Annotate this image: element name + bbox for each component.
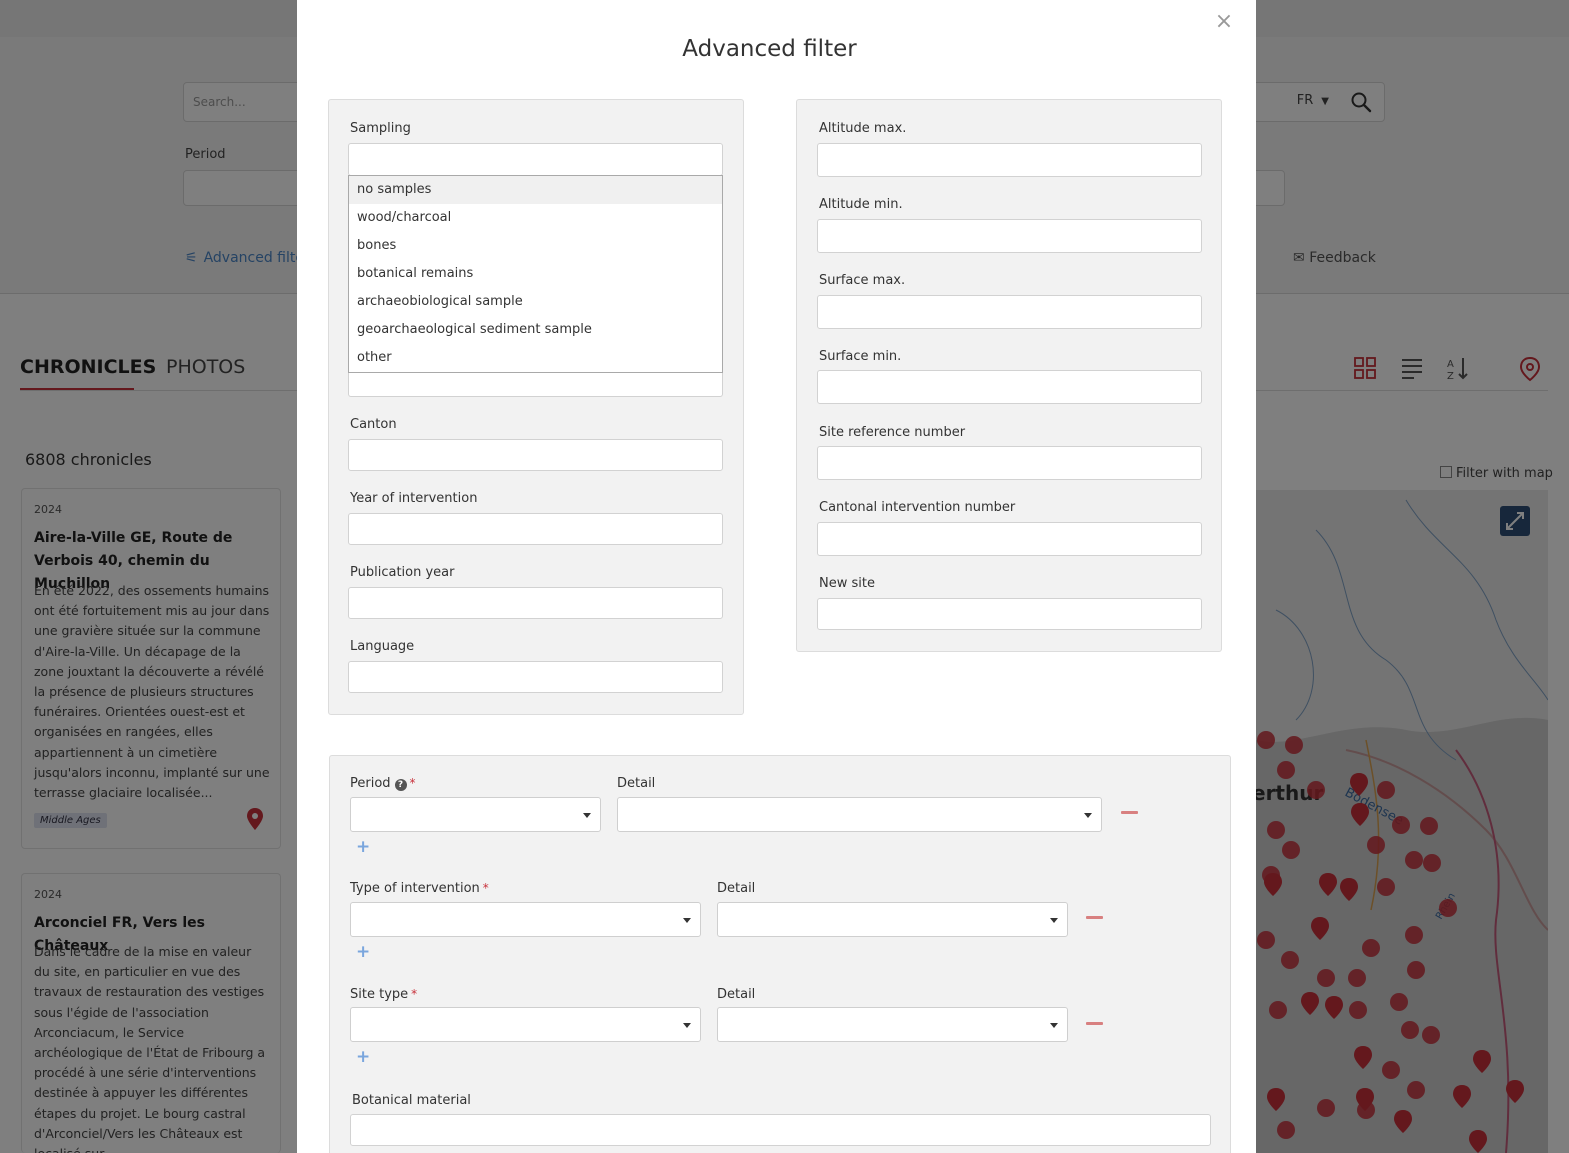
new-site-label: New site bbox=[819, 576, 875, 591]
sampling-option[interactable]: wood/charcoal bbox=[349, 204, 722, 232]
altitude-min-label: Altitude min. bbox=[819, 197, 903, 212]
sampling-option[interactable]: other bbox=[349, 344, 722, 372]
required-marker: * bbox=[409, 776, 416, 790]
period-detail-select[interactable] bbox=[617, 797, 1102, 832]
canton-label: Canton bbox=[350, 417, 397, 432]
new-site-input[interactable] bbox=[817, 598, 1202, 630]
type-detail-select[interactable] bbox=[717, 902, 1068, 937]
sampling-input[interactable] bbox=[348, 143, 723, 176]
add-type-button[interactable]: + bbox=[356, 944, 370, 961]
surface-max-input[interactable] bbox=[817, 295, 1202, 329]
caret-down-icon bbox=[683, 918, 691, 923]
site-type-label: Site type * bbox=[350, 987, 417, 1002]
close-button[interactable]: × bbox=[1212, 10, 1236, 34]
canton-input[interactable] bbox=[348, 439, 723, 471]
caret-down-icon bbox=[683, 1023, 691, 1028]
botanical-material-label: Botanical material bbox=[352, 1093, 471, 1108]
left-filter-panel: Sampling no samples wood/charcoal bones … bbox=[328, 99, 744, 715]
period-detail-label: Detail bbox=[617, 776, 656, 791]
required-marker: * bbox=[411, 987, 418, 1001]
remove-site-type-button[interactable] bbox=[1086, 1022, 1103, 1025]
altitude-min-input[interactable] bbox=[817, 219, 1202, 253]
required-marker: * bbox=[482, 881, 489, 895]
modal-title: Advanced filter bbox=[682, 36, 857, 62]
publication-year-input[interactable] bbox=[348, 587, 723, 619]
cantonal-intervention-input[interactable] bbox=[817, 522, 1202, 556]
surface-min-input[interactable] bbox=[817, 370, 1202, 404]
advanced-filter-modal: × Advanced filter Sampling no samples wo… bbox=[297, 0, 1256, 1153]
caret-down-icon bbox=[1084, 813, 1092, 818]
period-select[interactable] bbox=[350, 797, 601, 832]
sampling-option[interactable]: no samples bbox=[349, 176, 722, 204]
remove-period-button[interactable] bbox=[1121, 811, 1138, 814]
site-type-select[interactable] bbox=[350, 1007, 701, 1042]
type-detail-label: Detail bbox=[717, 881, 756, 896]
caret-down-icon bbox=[583, 813, 591, 818]
type-of-intervention-label: Type of intervention * bbox=[350, 881, 489, 896]
surface-min-label: Surface min. bbox=[819, 349, 902, 364]
add-period-button[interactable]: + bbox=[356, 839, 370, 856]
period-label: Period? * bbox=[350, 776, 416, 791]
publication-year-label: Publication year bbox=[350, 565, 455, 580]
altitude-max-label: Altitude max. bbox=[819, 121, 907, 136]
period-label-text: Period bbox=[350, 776, 391, 791]
remove-type-button[interactable] bbox=[1086, 916, 1103, 919]
sampling-option[interactable]: archaeobiological sample bbox=[349, 288, 722, 316]
sampling-option[interactable]: bones bbox=[349, 232, 722, 260]
site-type-detail-select[interactable] bbox=[717, 1007, 1068, 1042]
classification-panel: Period? * Detail + Type of intervention * … bbox=[329, 755, 1231, 1153]
hidden-field bbox=[348, 372, 723, 397]
caret-down-icon bbox=[1050, 918, 1058, 923]
help-icon[interactable]: ? bbox=[394, 779, 407, 791]
language-input[interactable] bbox=[348, 661, 723, 693]
site-type-label-text: Site type bbox=[350, 987, 409, 1002]
sampling-dropdown: no samples wood/charcoal bones botanical… bbox=[348, 175, 723, 373]
altitude-max-input[interactable] bbox=[817, 143, 1202, 177]
caret-down-icon bbox=[1050, 1023, 1058, 1028]
site-reference-input[interactable] bbox=[817, 446, 1202, 480]
type-of-intervention-select[interactable] bbox=[350, 902, 701, 937]
sampling-label: Sampling bbox=[350, 121, 411, 136]
sampling-option[interactable]: geoarchaeological sediment sample bbox=[349, 316, 722, 344]
type-label-text: Type of intervention bbox=[350, 881, 480, 896]
right-filter-panel: Altitude max. Altitude min. Surface max.… bbox=[796, 99, 1222, 652]
botanical-material-input[interactable] bbox=[350, 1114, 1211, 1146]
surface-max-label: Surface max. bbox=[819, 273, 906, 288]
add-site-type-button[interactable]: + bbox=[356, 1049, 370, 1066]
language-label: Language bbox=[350, 639, 415, 654]
site-type-detail-label: Detail bbox=[717, 987, 756, 1002]
site-reference-label: Site reference number bbox=[819, 425, 966, 440]
sampling-option[interactable]: botanical remains bbox=[349, 260, 722, 288]
year-of-intervention-label: Year of intervention bbox=[350, 491, 478, 506]
year-of-intervention-input[interactable] bbox=[348, 513, 723, 545]
cantonal-intervention-label: Cantonal intervention number bbox=[819, 500, 1016, 515]
